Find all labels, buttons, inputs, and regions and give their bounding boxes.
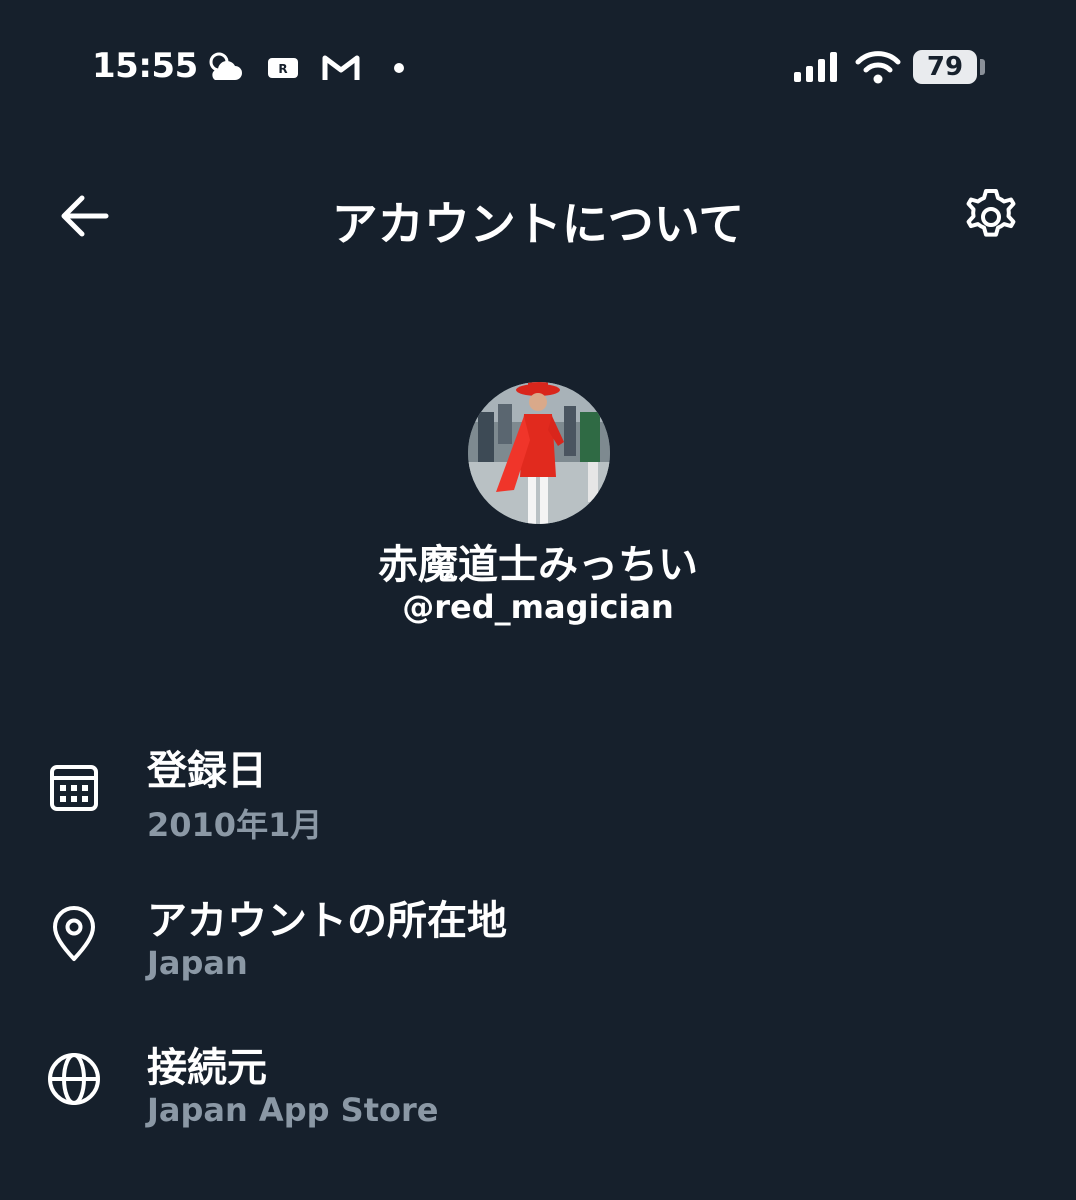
info-value: Japan App Store	[147, 1091, 439, 1129]
calendar-icon	[50, 765, 98, 811]
signal-icon	[794, 52, 837, 82]
info-value: 2010年1月	[147, 806, 323, 844]
display-name: 赤魔道士みっちい	[378, 542, 698, 588]
info-label: 登録日	[147, 748, 267, 794]
battery-icon: 79	[913, 50, 977, 84]
wifi-icon	[855, 51, 901, 84]
info-row-location: アカウントの所在地 Japan	[0, 878, 1076, 1008]
rakuten-icon: R	[268, 58, 298, 78]
page-title: アカウントについて	[331, 197, 745, 251]
arrow-left-icon[interactable]	[52, 190, 116, 242]
gmail-icon	[322, 55, 360, 80]
info-value: Japan	[147, 944, 248, 982]
status-bar: 15:55 R 79	[0, 0, 1076, 130]
globe-icon	[48, 1053, 100, 1105]
svg-text:R: R	[278, 62, 287, 76]
avatar[interactable]	[468, 382, 610, 524]
gear-icon[interactable]	[958, 184, 1024, 250]
info-row-joined: 登録日 2010年1月	[0, 730, 1076, 860]
battery-terminal	[980, 59, 985, 75]
avatar-photo	[468, 382, 610, 524]
location-pin-icon	[53, 906, 95, 961]
dot-icon	[394, 63, 404, 73]
user-handle: @red_magician	[402, 588, 674, 626]
weather-cloud-sun-icon	[209, 52, 242, 80]
info-label: アカウントの所在地	[147, 898, 507, 944]
status-time: 15:55	[92, 46, 198, 86]
info-row-connected-via: 接続元 Japan App Store	[0, 1025, 1076, 1155]
top-app-bar: アカウントについて	[0, 160, 1076, 270]
info-label: 接続元	[147, 1045, 267, 1091]
